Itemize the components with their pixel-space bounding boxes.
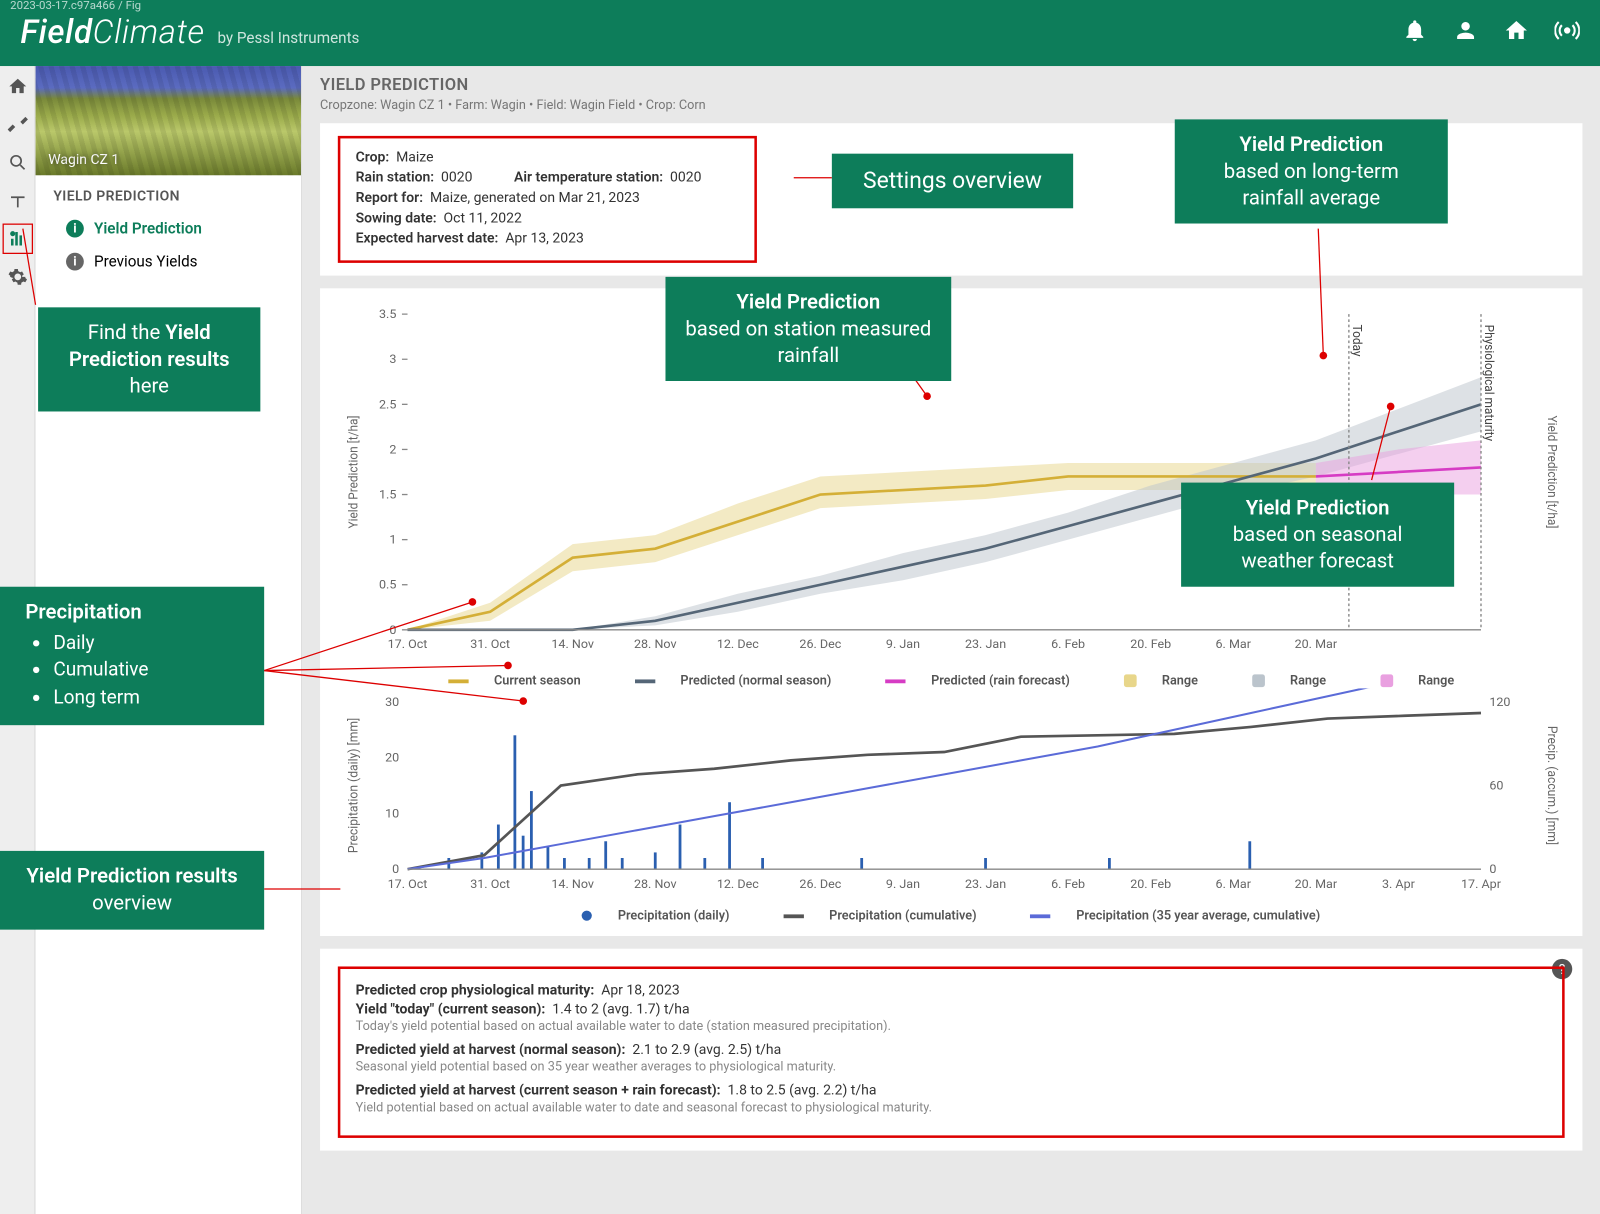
rail-settings-icon[interactable] [4,264,29,289]
svg-text:20. Mar: 20. Mar [1295,638,1338,652]
svg-text:20. Feb: 20. Feb [1130,638,1171,652]
svg-text:12. Dec: 12. Dec [717,638,759,652]
svg-text:0.5: 0.5 [379,578,397,592]
svg-text:6. Feb: 6. Feb [1051,638,1085,652]
field-thumb-label: Wagin CZ 1 [48,151,119,168]
svg-text:20: 20 [385,752,399,766]
svg-text:6. Mar: 6. Mar [1216,638,1251,652]
svg-text:Yield Prediction [t/ha]: Yield Prediction [t/ha] [346,415,360,528]
svg-text:14. Nov: 14. Nov [551,878,594,892]
callout-yp-seasonal: Yield Predictionbased on seasonal weathe… [1181,483,1454,588]
svg-text:31. Oct: 31. Oct [470,638,510,652]
svg-text:0: 0 [1489,863,1496,877]
results-card: ? Predicted crop physiological maturity:… [320,949,1582,1151]
svg-text:1.5: 1.5 [379,488,397,502]
callout-precip: Precipitation Daily Cumulative Long term [0,587,264,726]
svg-text:Precipitation (daily) [mm]: Precipitation (daily) [mm] [346,718,361,853]
bell-icon[interactable] [1402,18,1427,48]
sidebar-item-label: Yield Prediction [94,220,202,238]
svg-text:28. Nov: 28. Nov [634,878,677,892]
svg-text:2: 2 [389,443,396,457]
user-icon[interactable] [1453,18,1478,48]
svg-text:14. Nov: 14. Nov [551,638,594,652]
yield-chart-legend: Current season Predicted (normal season)… [338,674,1565,688]
svg-text:0: 0 [392,863,399,877]
rail-tool-icon[interactable] [4,112,29,137]
version-tag: 2023-03-17.c97a466 / Fig [10,0,141,13]
precip-chart-legend: Precipitation (daily) Precipitation (cum… [338,909,1565,923]
svg-text:17. Oct: 17. Oct [388,638,428,652]
settings-overview-box: Crop: Maize Rain station: 0020 Air tempe… [338,136,758,263]
precip-chart: 0 10 20 30 0 60 120 17. Oct 31. Oct 14. Nov 28. No… [338,688,1565,904]
svg-text:9. Jan: 9. Jan [886,638,920,652]
svg-text:26. Dec: 26. Dec [799,878,841,892]
svg-text:17. Oct: 17. Oct [388,878,428,892]
svg-text:9. Jan: 9. Jan [886,878,920,892]
svg-text:1: 1 [389,533,396,547]
rail-home-icon[interactable] [4,74,29,99]
svg-text:3: 3 [389,353,396,367]
topbar: 2023-03-17.c97a466 / Fig FieldClimate by… [0,0,1600,66]
svg-text:120: 120 [1489,696,1510,710]
svg-text:6. Mar: 6. Mar [1216,878,1251,892]
rail-search-icon[interactable] [4,150,29,175]
farm-icon[interactable] [1504,18,1529,48]
sidebar-item-yield-prediction[interactable]: i Yield Prediction [36,212,301,245]
svg-text:23. Jan: 23. Jan [965,638,1006,652]
svg-text:60: 60 [1489,780,1503,794]
callout-yp-station: Yield Predictionbased on station measure… [665,277,951,382]
svg-text:28. Nov: 28. Nov [634,638,677,652]
callout-yp-longterm: Yield Predictionbased on long-term rainf… [1175,119,1448,224]
rail-sensor-icon[interactable] [4,188,29,213]
rail-chart-icon[interactable] [4,226,29,251]
charts-card: 0 0.5 1 1.5 2 2.5 3 3.5 17. Oct 31. Oct 14. Nov 28.… [320,288,1582,936]
page-title: YIELD PREDICTION [320,76,1582,95]
breadcrumb: Cropzone: Wagin CZ 1 • Farm: Wagin • Fie… [320,99,1582,113]
svg-text:6. Feb: 6. Feb [1051,878,1085,892]
callout-results: Yield Prediction results overview [0,851,264,929]
svg-text:17. Apr: 17. Apr [1461,878,1501,892]
logo: FieldClimate by Pessl Instruments [20,14,359,52]
main-content: YIELD PREDICTION Cropzone: Wagin CZ 1 • … [302,66,1600,1214]
results-overview-box: Predicted crop physiological maturity: A… [338,966,1565,1137]
sidebar-item-previous-yields[interactable]: i Previous Yields [36,245,301,278]
svg-text:Physiological maturity: Physiological maturity [1482,325,1496,442]
svg-text:23. Jan: 23. Jan [965,878,1006,892]
svg-text:26. Dec: 26. Dec [799,638,841,652]
svg-text:30: 30 [385,696,399,710]
callout-find-here: Find the Yield Prediction results here [38,307,260,412]
svg-text:20. Mar: 20. Mar [1295,878,1337,892]
svg-text:10: 10 [385,808,399,822]
svg-text:Today: Today [1350,325,1364,357]
field-thumbnail[interactable]: Wagin CZ 1 [36,66,301,175]
svg-text:0: 0 [389,623,396,637]
info-icon: i [66,220,84,238]
info-icon: i [66,253,84,271]
svg-text:20. Feb: 20. Feb [1130,878,1171,892]
svg-text:3.5: 3.5 [379,307,397,321]
svg-text:2.5: 2.5 [379,398,397,412]
svg-text:Yield Prediction [t/ha]: Yield Prediction [t/ha] [1545,415,1559,528]
sidebar-item-label: Previous Yields [94,253,198,271]
broadcast-icon[interactable] [1554,18,1579,48]
svg-text:31. Oct: 31. Oct [470,878,510,892]
svg-text:3. Apr: 3. Apr [1382,878,1415,892]
svg-text:Precip. (accum.) [mm]: Precip. (accum.) [mm] [1544,726,1559,845]
sidebar-title: YIELD PREDICTION [36,175,301,212]
svg-text:12. Dec: 12. Dec [717,878,759,892]
callout-settings: Settings overview [832,154,1073,209]
